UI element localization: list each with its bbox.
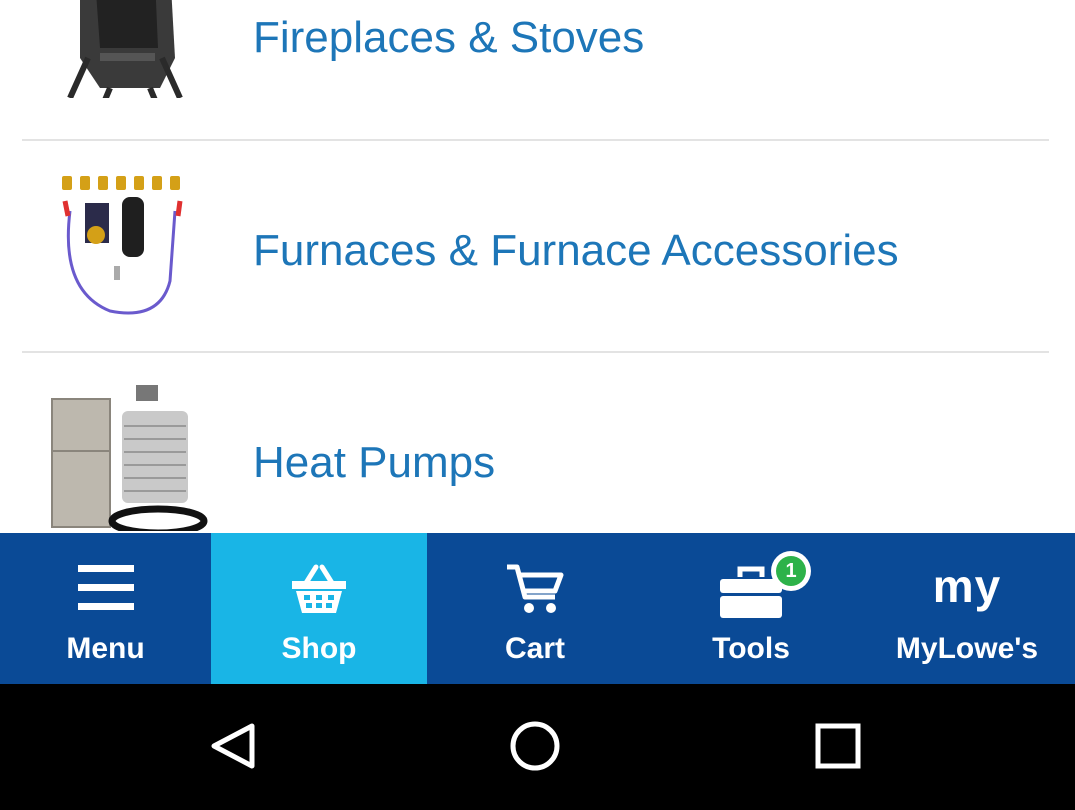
system-nav-bar [0,684,1075,810]
stove-thumbnail [67,0,183,98]
hamburger-icon [77,565,134,610]
tab-label: MyLowe's [895,632,1039,665]
heat-pump-thumbnail [51,385,208,531]
category-label[interactable]: Fireplaces & Stoves [253,16,644,60]
category-row-heat-pumps[interactable]: Heat Pumps [0,353,1075,533]
cart-icon [507,564,564,613]
tab-label: Cart [504,632,565,665]
category-row-furnaces[interactable]: Furnaces & Furnace Accessories [0,141,1075,353]
recents-icon[interactable] [798,706,878,786]
notification-badge: 1 [771,551,811,591]
tab-tools[interactable]: 1 Tools [643,533,859,684]
back-icon[interactable] [192,706,272,786]
furnace-parts-thumbnail [62,176,183,315]
tab-label: Menu [66,632,145,665]
my-icon: my [932,560,1002,612]
tab-cart[interactable]: Cart [427,533,643,684]
home-icon[interactable] [495,706,575,786]
category-list: Fireplaces & Stoves Furnaces & Furnace A… [0,0,1075,533]
tab-label: Tools [712,632,790,665]
category-row-fireplaces[interactable]: Fireplaces & Stoves [0,0,1075,140]
tab-menu[interactable]: Menu [0,533,211,684]
tab-label: Shop [281,632,357,665]
category-label[interactable]: Heat Pumps [253,441,495,485]
category-label[interactable]: Furnaces & Furnace Accessories [253,229,899,273]
basket-icon [292,564,346,613]
tab-shop[interactable]: Shop [211,533,427,684]
tab-mylowes[interactable]: my MyLowe's [859,533,1075,684]
bottom-tab-bar: Menu Shop Cart 1 Tools my MyLowe's [0,533,1075,684]
